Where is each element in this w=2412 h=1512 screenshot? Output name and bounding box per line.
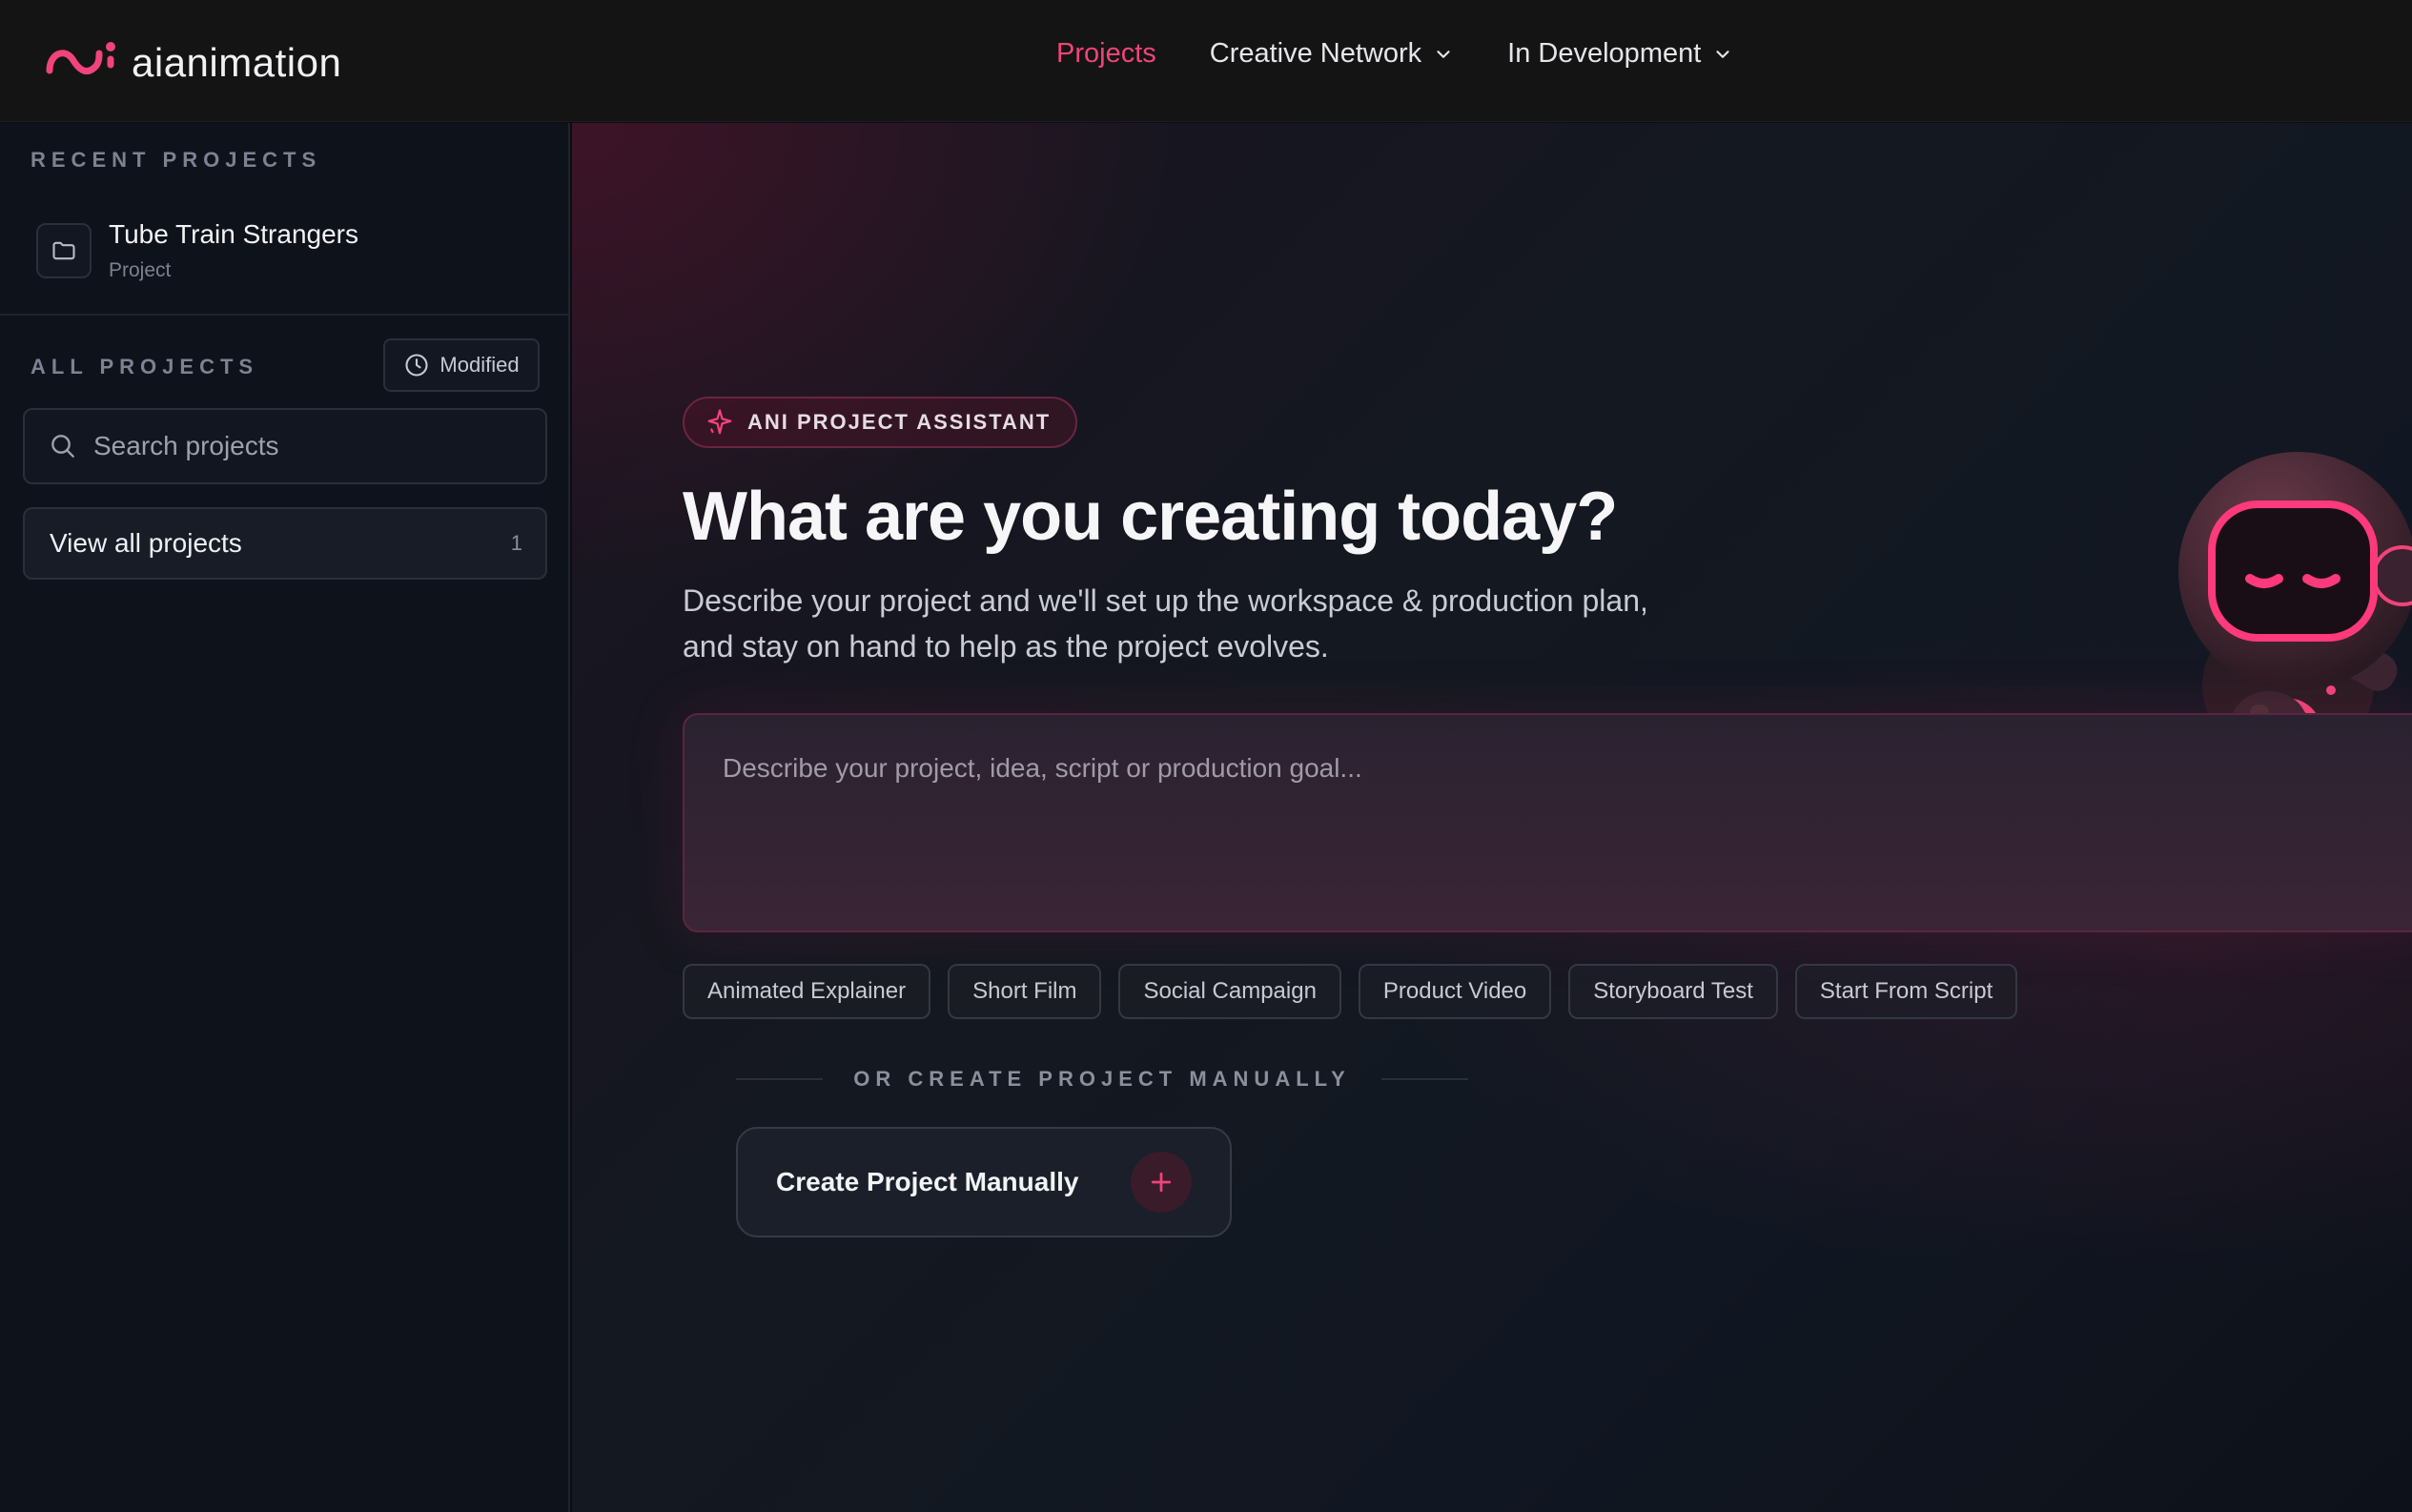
chevron-down-icon xyxy=(1437,50,1450,58)
folder-icon xyxy=(36,223,92,278)
main-nav: Projects Creative Network In Development xyxy=(1056,38,1733,70)
main-content: ANI PROJECT ASSISTANT What are you creat… xyxy=(572,123,2412,1512)
chip-product-video[interactable]: Product Video xyxy=(1358,964,1552,1019)
view-all-projects-label: View all projects xyxy=(50,528,242,558)
sparkle-icon xyxy=(707,409,732,435)
page-subtitle-line-1: Describe your project and we'll set up t… xyxy=(683,583,1648,618)
sidebar-divider xyxy=(0,314,568,316)
project-prompt-box xyxy=(683,713,2412,932)
assistant-badge: ANI PROJECT ASSISTANT xyxy=(683,397,1078,448)
all-projects-heading: ALL PROJECTS xyxy=(31,355,259,378)
brand-logo[interactable]: aianimation xyxy=(44,36,341,90)
projects-sidebar: RECENT PROJECTS Tube Train Strangers Pro… xyxy=(0,123,570,1512)
chip-start-from-script[interactable]: Start From Script xyxy=(1794,964,2018,1019)
manual-create-divider: OR CREATE PROJECT MANUALLY xyxy=(736,1067,1469,1092)
top-navigation-bar: aianimation Projects Creative Network In… xyxy=(0,0,2412,122)
recent-project-subtitle: Project xyxy=(109,259,172,281)
chip-animated-explainer[interactable]: Animated Explainer xyxy=(683,964,931,1019)
recent-projects-heading: RECENT PROJECTS xyxy=(31,148,322,172)
sort-modified-label: Modified xyxy=(439,353,520,377)
recent-project-item[interactable]: Tube Train Strangers Project xyxy=(36,207,532,295)
search-projects-input[interactable] xyxy=(93,431,532,461)
nav-creative-network-label: Creative Network xyxy=(1209,38,1422,69)
chip-storyboard-test[interactable]: Storyboard Test xyxy=(1568,964,1778,1019)
view-all-projects-button[interactable]: View all projects 1 xyxy=(23,507,547,580)
chip-social-campaign[interactable]: Social Campaign xyxy=(1118,964,1341,1019)
page-subtitle-line-2: and stay on hand to help as the project … xyxy=(683,629,1329,664)
nav-creative-network[interactable]: Creative Network xyxy=(1210,38,1454,70)
nav-projects[interactable]: Projects xyxy=(1056,38,1156,70)
recent-project-text: Tube Train Strangers Project xyxy=(109,219,358,282)
logo-mark-icon xyxy=(46,42,115,74)
assistant-badge-label: ANI PROJECT ASSISTANT xyxy=(747,410,1052,434)
brand-name: aianimation xyxy=(132,40,342,85)
page-title: What are you creating today? xyxy=(683,479,1618,555)
project-prompt-input[interactable] xyxy=(723,753,2153,896)
nav-in-development-label: In Development xyxy=(1507,38,1702,69)
sort-modified-button[interactable]: Modified xyxy=(383,338,540,392)
project-search-box xyxy=(23,408,547,484)
manual-create-divider-label: OR CREATE PROJECT MANUALLY xyxy=(853,1067,1351,1091)
page-subtitle: Describe your project and we'll set up t… xyxy=(683,578,1655,669)
nav-in-development[interactable]: In Development xyxy=(1507,38,1733,70)
project-count-badge: 1 xyxy=(510,531,522,555)
plus-icon xyxy=(1131,1152,1192,1213)
chevron-down-icon xyxy=(1716,50,1729,58)
chip-short-film[interactable]: Short Film xyxy=(948,964,1102,1019)
divider-line-left xyxy=(736,1078,824,1080)
clock-icon xyxy=(405,354,428,377)
nav-projects-label: Projects xyxy=(1056,38,1156,69)
create-project-manually-label: Create Project Manually xyxy=(776,1167,1079,1196)
divider-line-right xyxy=(1380,1078,1469,1080)
recent-project-title: Tube Train Strangers xyxy=(109,219,358,249)
search-icon xyxy=(51,435,74,458)
suggestion-chips: Animated Explainer Short Film Social Cam… xyxy=(683,964,2018,1019)
create-project-manually-button[interactable]: Create Project Manually xyxy=(736,1127,1232,1237)
